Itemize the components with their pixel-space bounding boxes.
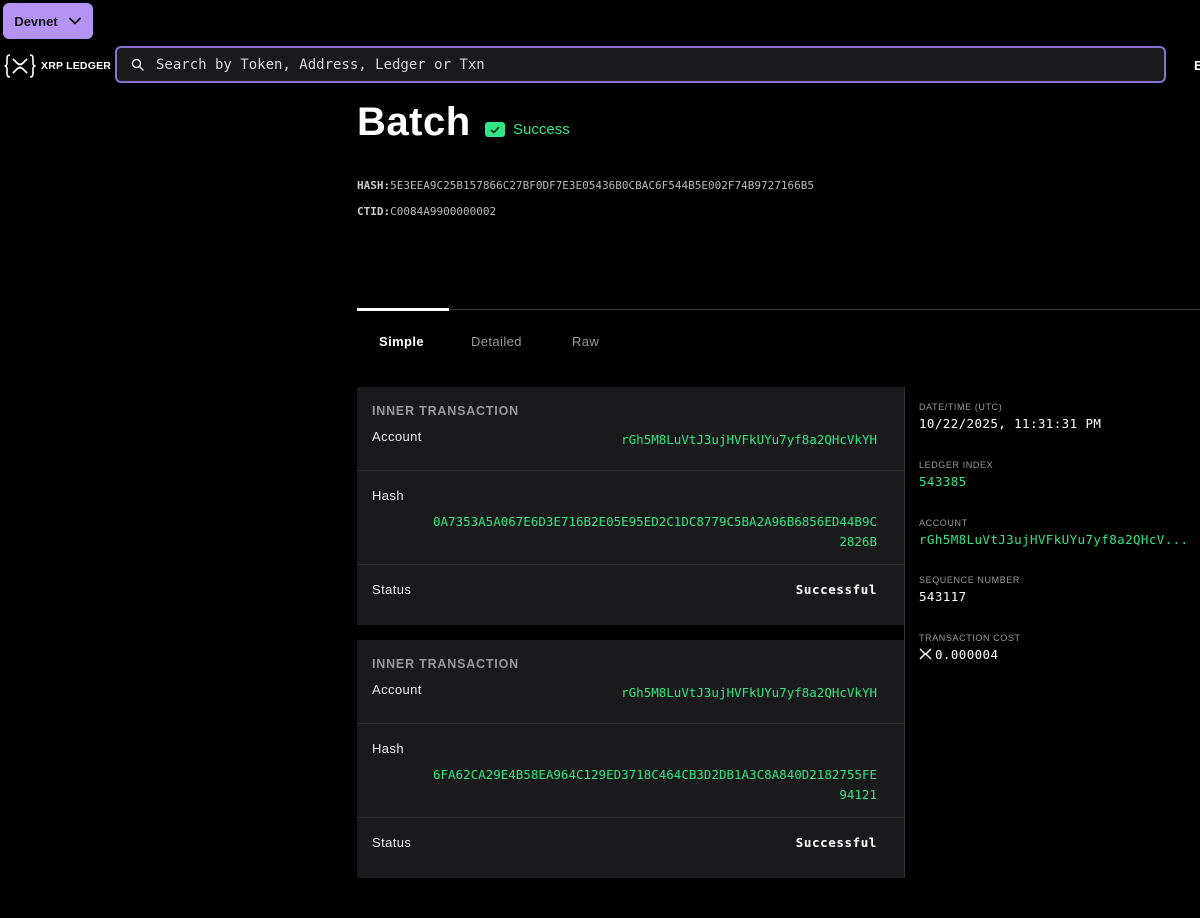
card-heading: INNER TRANSACTION [372, 404, 519, 418]
hash-link[interactable]: 6FA62CA29E4B58EA964C129ED3718C464CB3D2DB… [372, 765, 877, 805]
hash-line-1: 6FA62CA29E4B58EA964C129ED3718C464CB3D2DB… [432, 767, 877, 782]
transaction-cost-label: TRANSACTION COST [919, 633, 1021, 643]
account-label: Account [372, 429, 422, 444]
detail-datetime: DATE/TIME (UTC) 10/22/2025, 11:31:31 PM [919, 402, 1199, 431]
sequence-label: SEQUENCE NUMBER [919, 575, 1021, 585]
sequence-value: 543117 [919, 589, 967, 604]
status-label: Status [372, 835, 412, 850]
hash-link[interactable]: 0A7353A5A067E6D3E716B2E05E95ED2C1DC8779C… [372, 512, 877, 552]
search-bar[interactable] [115, 46, 1166, 83]
hash-row: Hash 0A7353A5A067E6D3E716B2E05E95ED2C1DC… [357, 471, 904, 564]
hash-row: Hash 6FA62CA29E4B58EA964C129ED3718C464CB… [357, 724, 904, 817]
status-row: Status Successful [357, 818, 904, 850]
active-tab-indicator [357, 308, 449, 311]
status-badge: Success [485, 121, 570, 138]
cost-amount: 0.000004 [935, 647, 999, 662]
header-edge-item[interactable]: E [1194, 58, 1200, 73]
status-value: Successful [795, 835, 877, 850]
account-row: Account rGh5M8LuVtJ3ujHVFkUYu7yf8a2QHcVk… [357, 418, 904, 470]
page-title: Batch [357, 100, 471, 144]
chevron-down-icon [68, 17, 81, 25]
hash-value: 5E3EEA9C25B157866C27BF0DF7E3E05436B0CBAC… [390, 179, 814, 192]
transaction-ctid: CTID:C0084A9900000002 [357, 205, 496, 218]
account-link[interactable]: rGh5M8LuVtJ3ujHVFkUYu7yf8a2QHcVkYH [621, 685, 877, 723]
check-icon [485, 122, 505, 137]
account-label: ACCOUNT [919, 518, 968, 528]
inner-transaction-card: INNER TRANSACTION Account rGh5M8LuVtJ3uj… [357, 387, 904, 625]
ctid-label: CTID: [357, 205, 391, 218]
detail-ledger-index: LEDGER INDEX 543385 [919, 460, 1199, 489]
account-link[interactable]: rGh5M8LuVtJ3ujHVFkUYu7yf8a2QHcV... [919, 532, 1199, 547]
status-text: Success [513, 121, 570, 138]
datetime-label: DATE/TIME (UTC) [919, 402, 1003, 412]
tab-simple[interactable]: Simple [379, 334, 424, 349]
hash-label: Hash [372, 488, 404, 503]
tab-detailed[interactable]: Detailed [471, 334, 522, 349]
datetime-value: 10/22/2025, 11:31:31 PM [919, 416, 1102, 431]
ledger-index-link[interactable]: 543385 [919, 474, 1199, 489]
hash-label: HASH: [357, 179, 391, 192]
ledger-index-label: LEDGER INDEX [919, 460, 994, 470]
ctid-value: C0084A9900000002 [390, 205, 497, 218]
hash-line-2: 2826B [839, 534, 877, 549]
account-row: Account rGh5M8LuVtJ3ujHVFkUYu7yf8a2QHcVk… [357, 671, 904, 723]
tabs-divider [357, 309, 1200, 310]
xrp-ledger-logo[interactable]: XRP LEDGER [4, 52, 111, 80]
search-icon [131, 58, 144, 71]
hash-line-1: 0A7353A5A067E6D3E716B2E05E95ED2C1DC8779C… [432, 514, 877, 529]
card-heading: INNER TRANSACTION [372, 657, 519, 671]
network-selector-button[interactable]: Devnet [3, 3, 93, 39]
xrp-currency-icon [919, 648, 932, 660]
detail-sequence: SEQUENCE NUMBER 543117 [919, 575, 1199, 604]
transaction-cost-value: 0.000004 [919, 647, 1199, 662]
search-input[interactable] [154, 55, 1058, 74]
status-label: Status [372, 582, 412, 597]
status-value: Successful [795, 582, 877, 597]
detail-transaction-cost: TRANSACTION COST 0.000004 [919, 633, 1199, 662]
inner-transaction-card: INNER TRANSACTION Account rGh5M8LuVtJ3uj… [357, 640, 904, 878]
details-separator [904, 387, 905, 878]
account-link[interactable]: rGh5M8LuVtJ3ujHVFkUYu7yf8a2QHcVkYH [621, 432, 877, 470]
detail-account: ACCOUNT rGh5M8LuVtJ3ujHVFkUYu7yf8a2QHcV.… [919, 518, 1199, 547]
hash-line-2: 94121 [839, 787, 877, 802]
hash-label: Hash [372, 741, 404, 756]
tab-raw[interactable]: Raw [572, 334, 599, 349]
xrp-logo-icon [4, 54, 36, 78]
account-label: Account [372, 682, 422, 697]
transaction-hash: HASH:5E3EEA9C25B157866C27BF0DF7E3E05436B… [357, 179, 814, 192]
logo-text: XRP LEDGER [41, 60, 112, 72]
status-row: Status Successful [357, 565, 904, 597]
network-label: Devnet [14, 13, 58, 29]
